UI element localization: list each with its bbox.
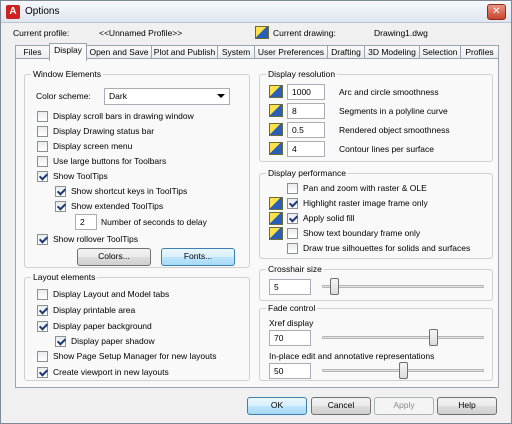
color-scheme-value: Dark xyxy=(109,91,127,101)
paper-shadow-label: Display paper shadow xyxy=(71,336,155,346)
window-elements-group: Window Elements Color scheme: Dark Displ… xyxy=(24,69,250,268)
paper-background-checkbox[interactable] xyxy=(37,321,48,332)
current-profile-value: <<Unnamed Profile>> xyxy=(99,28,183,38)
xref-display-input[interactable]: 70 xyxy=(269,330,311,346)
page-setup-manager-label: Show Page Setup Manager for new layouts xyxy=(53,351,217,361)
app-icon: A xyxy=(6,5,20,19)
crosshair-size-slider[interactable] xyxy=(329,278,339,295)
drawing-saved-icon xyxy=(269,85,283,98)
solid-fill-label: Apply solid fill xyxy=(303,213,355,223)
help-button[interactable]: Help xyxy=(437,397,497,415)
apply-button[interactable]: Apply xyxy=(374,397,434,415)
show-tooltips-label: Show ToolTips xyxy=(53,171,108,181)
crosshair-size-group: Crosshair size 5 xyxy=(259,264,493,301)
rollover-tooltips-label: Show rollover ToolTips xyxy=(53,234,139,244)
title-bar: A Options ✕ xyxy=(1,1,511,23)
screen-menu-checkbox[interactable] xyxy=(37,141,48,152)
drawing-saved-icon xyxy=(269,123,283,136)
highlight-raster-checkbox[interactable] xyxy=(287,198,298,209)
show-tooltips-checkbox[interactable] xyxy=(37,171,48,182)
current-profile-label: Current profile: xyxy=(13,28,70,38)
polyline-segments-label: Segments in a polyline curve xyxy=(339,106,448,116)
color-scheme-label: Color scheme: xyxy=(36,91,91,101)
drawing-icon xyxy=(255,26,269,39)
layout-model-tabs-label: Display Layout and Model tabs xyxy=(53,289,170,299)
drawing-saved-icon xyxy=(269,197,283,210)
drawing-saved-icon xyxy=(269,212,283,225)
tab-display[interactable]: Display xyxy=(49,43,87,61)
color-scheme-select[interactable]: Dark xyxy=(104,88,230,105)
window-elements-title: Window Elements xyxy=(31,69,104,79)
crosshair-size-track xyxy=(322,285,484,288)
text-boundary-checkbox[interactable] xyxy=(287,228,298,239)
extended-tooltips-label: Show extended ToolTips xyxy=(71,201,164,211)
printable-area-checkbox[interactable] xyxy=(37,305,48,316)
large-buttons-checkbox[interactable] xyxy=(37,156,48,167)
delay-seconds-label: Number of seconds to delay xyxy=(101,217,207,227)
shortcut-keys-label: Show shortcut keys in ToolTips xyxy=(71,186,188,196)
paper-shadow-checkbox[interactable] xyxy=(55,336,66,347)
crosshair-size-input[interactable]: 5 xyxy=(269,279,311,295)
true-silhouettes-label: Draw true silhouettes for solids and sur… xyxy=(303,243,471,253)
display-performance-title: Display performance xyxy=(266,168,348,178)
contour-lines-input[interactable]: 4 xyxy=(287,141,325,157)
create-viewport-checkbox[interactable] xyxy=(37,367,48,378)
scroll-bars-checkbox[interactable] xyxy=(37,111,48,122)
rollover-tooltips-checkbox[interactable] xyxy=(37,234,48,245)
display-tab-panel: Window Elements Color scheme: Dark Displ… xyxy=(15,58,499,388)
polyline-segments-input[interactable]: 8 xyxy=(287,103,325,119)
fade-control-title: Fade control xyxy=(266,303,318,313)
extended-tooltips-checkbox[interactable] xyxy=(55,201,66,212)
display-resolution-group: Display resolution 1000 Arc and circle s… xyxy=(259,69,493,162)
arc-smoothness-input[interactable]: 1000 xyxy=(287,84,325,100)
inplace-edit-slider[interactable] xyxy=(398,362,408,379)
current-drawing-label: Current drawing: xyxy=(273,28,336,38)
layout-elements-group: Layout elements Display Layout and Model… xyxy=(24,272,250,381)
inplace-edit-label: In-place edit and annotative representat… xyxy=(269,351,435,361)
text-boundary-label: Show text boundary frame only xyxy=(303,228,421,238)
scroll-bars-label: Display scroll bars in drawing window xyxy=(53,111,194,121)
colors-button[interactable]: Colors... xyxy=(77,248,151,266)
pan-zoom-raster-checkbox[interactable] xyxy=(287,183,298,194)
contour-lines-label: Contour lines per surface xyxy=(339,144,434,154)
fade-control-group: Fade control Xref display 70 In-place ed… xyxy=(259,303,493,381)
drawing-saved-icon xyxy=(269,227,283,240)
xref-display-track xyxy=(322,336,484,339)
close-button[interactable]: ✕ xyxy=(487,4,506,20)
highlight-raster-label: Highlight raster image frame only xyxy=(303,198,428,208)
fonts-button[interactable]: Fonts... xyxy=(161,248,235,266)
xref-display-label: Xref display xyxy=(269,318,314,328)
arc-smoothness-label: Arc and circle smoothness xyxy=(339,87,439,97)
options-dialog: A Options ✕ Current profile: <<Unnamed P… xyxy=(0,0,512,424)
chevron-down-icon xyxy=(217,94,225,98)
layout-model-tabs-checkbox[interactable] xyxy=(37,289,48,300)
drawing-status-bar-label: Display Drawing status bar xyxy=(53,126,155,136)
printable-area-label: Display printable area xyxy=(53,305,136,315)
true-silhouettes-checkbox[interactable] xyxy=(287,243,298,254)
large-buttons-label: Use large buttons for Toolbars xyxy=(53,156,167,166)
drawing-saved-icon xyxy=(269,142,283,155)
ok-button[interactable]: OK xyxy=(247,397,307,415)
create-viewport-label: Create viewport in new layouts xyxy=(53,367,169,377)
display-resolution-title: Display resolution xyxy=(266,69,338,79)
layout-elements-title: Layout elements xyxy=(31,272,98,282)
drawing-saved-icon xyxy=(269,104,283,117)
inplace-edit-input[interactable]: 50 xyxy=(269,363,311,379)
solid-fill-checkbox[interactable] xyxy=(287,213,298,224)
xref-display-slider[interactable] xyxy=(429,329,439,346)
screen-menu-label: Display screen menu xyxy=(53,141,133,151)
pan-zoom-raster-label: Pan and zoom with raster & OLE xyxy=(303,183,427,193)
shortcut-keys-checkbox[interactable] xyxy=(55,186,66,197)
page-setup-manager-checkbox[interactable] xyxy=(37,351,48,362)
drawing-status-bar-checkbox[interactable] xyxy=(37,126,48,137)
paper-background-label: Display paper background xyxy=(53,321,152,331)
rendered-smoothness-label: Rendered object smoothness xyxy=(339,125,450,135)
current-drawing-value: Drawing1.dwg xyxy=(374,28,428,38)
cancel-button[interactable]: Cancel xyxy=(311,397,371,415)
display-performance-group: Display performance Pan and zoom with ra… xyxy=(259,168,493,259)
crosshair-size-title: Crosshair size xyxy=(266,264,324,274)
rendered-smoothness-input[interactable]: 0.5 xyxy=(287,122,325,138)
window-title: Options xyxy=(25,6,60,17)
delay-seconds-input[interactable]: 2 xyxy=(75,214,97,230)
